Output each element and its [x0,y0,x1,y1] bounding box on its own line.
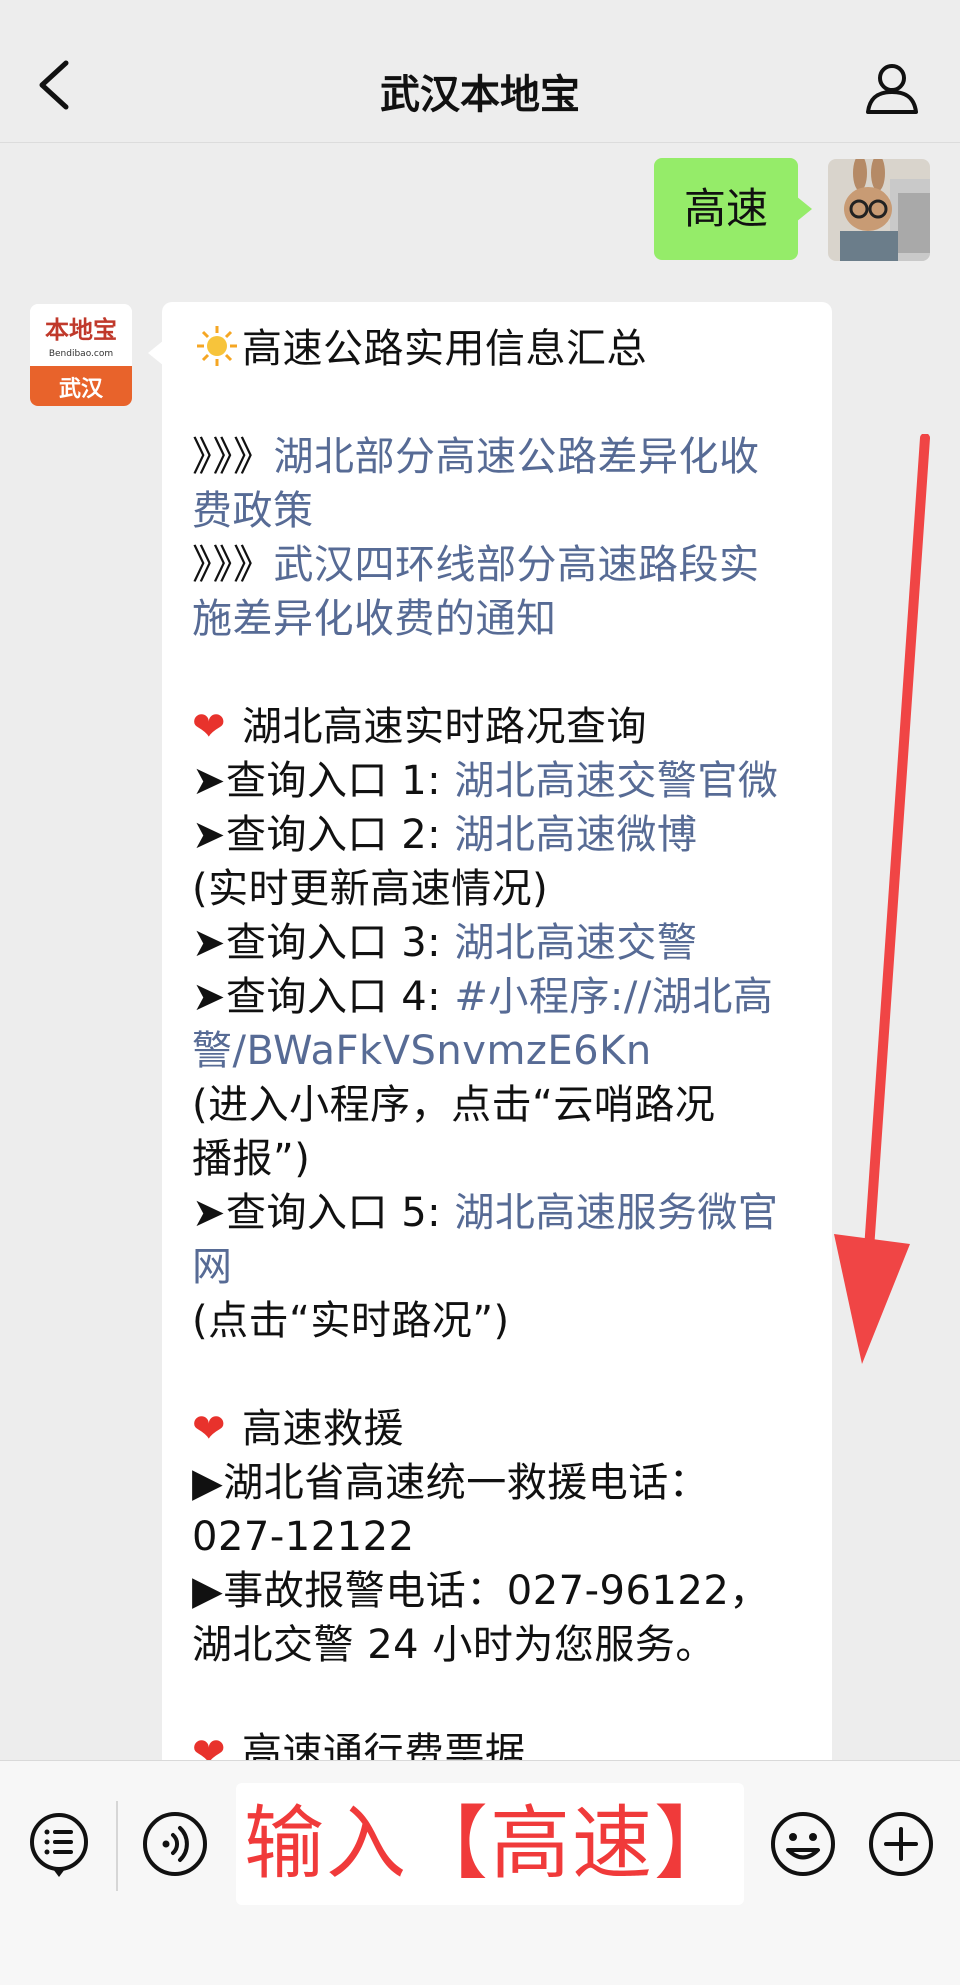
note-text: (点击“实时路况”) [192,1298,510,1344]
chat-area[interactable]: 高速 本地宝 Bendibao.com 武汉 高速公路实用信息汇总 》》》湖北部… [0,144,960,1760]
entry-label: ➤查询入口 4: [192,974,455,1020]
entry-label: ➤查询入口 3: [192,920,455,966]
heart-icon: ❤ [192,1730,227,1760]
rescue-phone-number: 027-12122 [192,1514,415,1560]
bendibao-logo-icon: 本地宝 Bendibao.com 武汉 [30,304,132,406]
person-icon[interactable] [864,62,920,114]
link-fourth-ring-notice-cont[interactable]: 施差异化收费的通知 [192,596,557,642]
arrow-prefix: 》》》 [192,542,274,588]
link-entry-5-cont[interactable]: 网 [192,1244,233,1290]
heart-icon: ❤ [192,704,227,750]
link-entry-4-cont[interactable]: 警/BWaFkVSnvmzE6Kn [192,1028,652,1074]
arrow-prefix: 》》》 [192,434,274,480]
brand-site-text: Bendibao.com [49,349,113,359]
heart-icon: ❤ [192,1406,227,1452]
voice-icon[interactable] [140,1809,210,1879]
entry-label: ➤查询入口 5: [192,1190,455,1236]
rabbit-avatar-icon [828,159,930,261]
service-note: 湖北交警 24 小时为您服务。 [192,1622,716,1668]
link-differential-toll-policy[interactable]: 湖北部分高速公路差异化收 [274,434,760,480]
link-fourth-ring-notice[interactable]: 武汉四环线部分高速路段实 [274,542,760,588]
red-arrow-annotation [834,434,930,1364]
link-entry-4[interactable]: #小程序://湖北高 [454,974,773,1020]
message-input[interactable]: 输入【高速】 [236,1783,744,1905]
plus-icon[interactable] [866,1809,936,1879]
input-toolbar: 输入【高速】 [0,1760,960,1985]
entry-label: ➤查询入口 1: [192,758,455,804]
section-title: 高速救援 [242,1406,404,1452]
link-entry-1[interactable]: 湖北高速交警官微 [454,758,778,804]
accident-phone: ▶事故报警电话：027-96122， [192,1568,770,1614]
note-text: 播报”) [192,1136,311,1182]
link-entry-2[interactable]: 湖北高速微博 [454,812,697,858]
brand-top-text: 本地宝 [45,316,117,344]
note-text: (实时更新高速情况) [192,866,549,912]
page-title: 武汉本地宝 [380,72,580,118]
brand-city-text: 武汉 [59,377,104,402]
section-title: 高速公路实用信息汇总 [242,326,647,372]
entry-label: ➤查询入口 2: [192,812,455,858]
menu-icon[interactable] [24,1809,94,1879]
toolbar-divider [116,1801,118,1891]
sun-icon [197,326,237,366]
link-differential-toll-policy-cont[interactable]: 费政策 [192,488,314,534]
official-account-avatar[interactable]: 本地宝 Bendibao.com 武汉 [30,304,132,406]
section-title: 湖北高速实时路况查询 [242,704,647,750]
note-text: (进入小程序，点击“云哨路况 [192,1082,716,1128]
user-avatar[interactable] [828,159,930,261]
nav-bar: 武汉本地宝 [0,0,960,143]
rescue-phone-label: ▶湖北省高速统一救援电话： [192,1460,710,1506]
user-message-bubble[interactable]: 高速 [653,158,813,260]
link-entry-3[interactable]: 湖北高速交警 [454,920,697,966]
section-title: 高速通行费票据 [242,1730,526,1760]
emoji-icon[interactable] [768,1809,838,1879]
bot-message-bubble: 高速公路实用信息汇总 》》》湖北部分高速公路差异化收 费政策 》》》武汉四环线部… [148,302,832,1760]
link-entry-5[interactable]: 湖北高速服务微官 [454,1190,778,1236]
